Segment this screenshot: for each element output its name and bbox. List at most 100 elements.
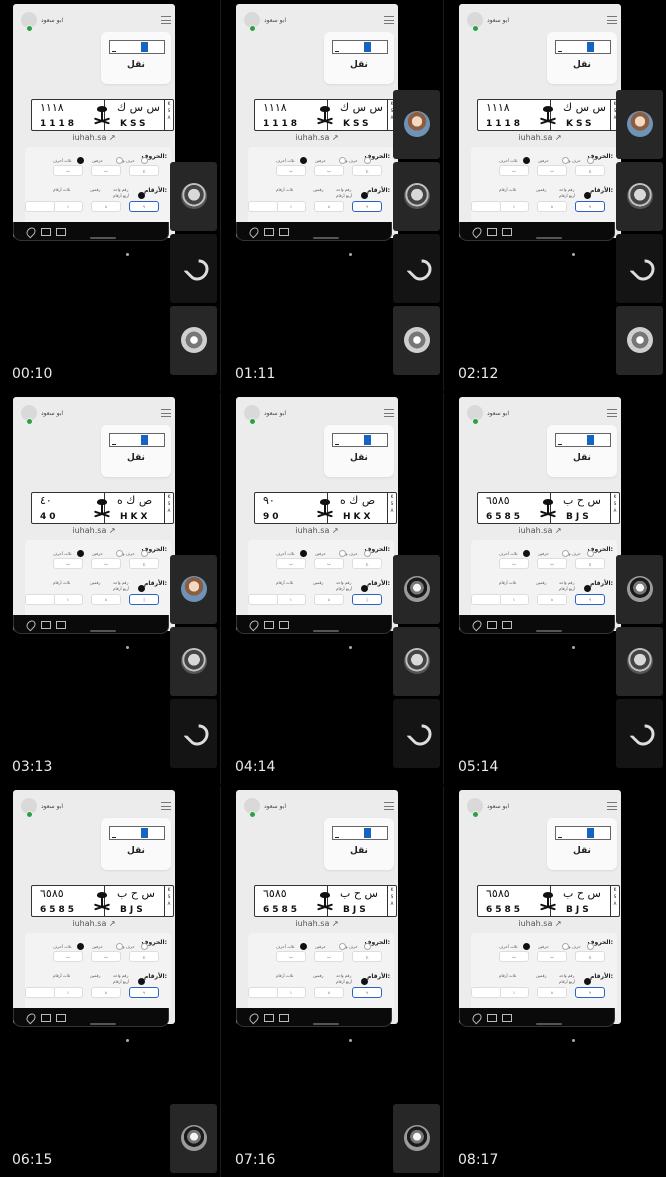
numbers-option-2[interactable]: رقمين <box>313 580 323 585</box>
username-label[interactable]: ابو سعود <box>264 17 286 24</box>
selection-chip-1[interactable]: ج <box>575 558 605 569</box>
letters-radio-3[interactable] <box>300 157 307 164</box>
numbers-option-1[interactable]: رقم واحد <box>113 187 128 192</box>
letters-option-3[interactable]: ثلاث أحرف <box>276 158 294 163</box>
sidebar-thumbnail-3[interactable] <box>616 699 663 768</box>
card-icon[interactable] <box>41 1014 51 1022</box>
sidebar-thumbnail-3[interactable] <box>616 234 663 303</box>
numbers-radio-4[interactable] <box>361 192 368 199</box>
selection-chip-1[interactable]: ج <box>352 558 382 569</box>
selection-chip-7[interactable] <box>25 201 55 212</box>
selection-chip-3[interactable]: ب <box>276 558 306 569</box>
sidebar-thumbnail-3[interactable] <box>393 699 440 768</box>
website-link-text[interactable]: iuhah.sa <box>518 919 552 928</box>
website-link-text[interactable]: iuhah.sa <box>295 133 329 142</box>
transfer-card[interactable]: نقل <box>324 32 394 84</box>
numbers-option-4[interactable]: أربع أرقام <box>559 979 575 984</box>
sidebar-thumbnail-4[interactable] <box>616 306 663 375</box>
selection-chip-5[interactable]: ٨ <box>314 201 344 212</box>
transfer-card[interactable]: نقل <box>324 818 394 870</box>
menu-icon[interactable] <box>161 409 171 417</box>
selection-chip-7[interactable] <box>25 987 55 998</box>
selection-chip-3[interactable]: ب <box>499 558 529 569</box>
selection-chip-2[interactable]: ب <box>91 165 121 176</box>
location-icon[interactable] <box>470 1011 484 1025</box>
sidebar-thumbnail-2[interactable] <box>393 162 440 231</box>
transfer-card[interactable]: نقل <box>101 818 171 870</box>
letters-radio-2[interactable] <box>339 550 346 557</box>
numbers-option-2[interactable]: رقمين <box>313 187 323 192</box>
website-link-text[interactable]: iuhah.sa <box>295 919 329 928</box>
location-icon[interactable] <box>247 618 261 632</box>
letters-option-2[interactable]: حرفين <box>315 158 326 163</box>
transfer-card[interactable]: نقل <box>101 425 171 477</box>
card-icon[interactable] <box>487 621 497 629</box>
sidebar-thumbnail-1[interactable] <box>393 555 440 624</box>
selection-chip-1[interactable]: ج <box>575 951 605 962</box>
menu-icon[interactable] <box>384 409 394 417</box>
location-icon[interactable] <box>24 1011 38 1025</box>
numbers-radio-4[interactable] <box>584 585 591 592</box>
location-icon[interactable] <box>470 618 484 632</box>
card-icon[interactable] <box>264 621 274 629</box>
letters-option-2[interactable]: حرفين <box>538 551 549 556</box>
profile-avatar[interactable] <box>244 405 260 425</box>
profile-avatar[interactable] <box>467 12 483 32</box>
transfer-card[interactable]: نقل <box>547 818 617 870</box>
sidebar-thumbnail-2[interactable] <box>616 162 663 231</box>
location-icon[interactable] <box>24 618 38 632</box>
location-icon[interactable] <box>247 225 261 239</box>
numbers-option-1[interactable]: رقم واحد <box>113 580 128 585</box>
menu-icon[interactable] <box>607 16 617 24</box>
sidebar-thumbnail-1[interactable] <box>170 162 217 231</box>
numbers-radio-4[interactable] <box>361 978 368 985</box>
numbers-option-1[interactable]: رقم واحد <box>336 580 351 585</box>
numbers-option-1[interactable]: رقم واحد <box>559 973 574 978</box>
selection-chip-1[interactable]: ج <box>575 165 605 176</box>
sidebar-thumbnail-1[interactable] <box>616 90 663 159</box>
profile-avatar[interactable] <box>467 798 483 818</box>
numbers-option-2[interactable]: رقمين <box>536 187 546 192</box>
letters-radio-2[interactable] <box>562 157 569 164</box>
transfer-card[interactable]: نقل <box>547 425 617 477</box>
selection-chip-1[interactable]: ج <box>129 951 159 962</box>
letters-radio-2[interactable] <box>339 943 346 950</box>
letters-option-2[interactable]: حرفين <box>92 158 103 163</box>
selection-chip-2[interactable]: ب <box>314 558 344 569</box>
numbers-radio-4[interactable] <box>584 978 591 985</box>
selection-chip-2[interactable]: ب <box>91 558 121 569</box>
card-icon[interactable] <box>487 1014 497 1022</box>
selection-chip-3[interactable]: ب <box>499 165 529 176</box>
letters-option-3[interactable]: ثلاث أحرف <box>499 158 517 163</box>
link-icon[interactable] <box>502 1014 512 1022</box>
username-label[interactable]: ابو سعود <box>41 410 63 417</box>
profile-avatar[interactable] <box>467 405 483 425</box>
website-link-text[interactable]: iuhah.sa <box>72 526 106 535</box>
numbers-radio-4[interactable] <box>138 585 145 592</box>
letters-option-2[interactable]: حرفين <box>538 158 549 163</box>
selection-chip-4[interactable]: ٩ <box>575 987 605 998</box>
location-icon[interactable] <box>24 225 38 239</box>
selection-chip-7[interactable] <box>248 594 278 605</box>
selection-chip-2[interactable]: ب <box>537 951 567 962</box>
website-link-text[interactable]: iuhah.sa <box>72 919 106 928</box>
selection-chip-7[interactable] <box>471 201 501 212</box>
numbers-option-1[interactable]: رقم واحد <box>336 187 351 192</box>
numbers-option-3[interactable]: ثلاث أرقام <box>53 973 70 978</box>
username-label[interactable]: ابو سعود <box>41 17 63 24</box>
sidebar-thumbnail-3[interactable] <box>170 306 217 375</box>
website-link[interactable]: iuhah.sa ↗ <box>236 526 398 535</box>
website-link-text[interactable]: iuhah.sa <box>518 133 552 142</box>
selection-chip-5[interactable]: ٨ <box>314 987 344 998</box>
selection-chip-3[interactable]: ب <box>276 951 306 962</box>
selection-chip-4[interactable]: | <box>129 594 159 605</box>
selection-chip-4[interactable]: ٩ <box>129 201 159 212</box>
letters-radio-1[interactable] <box>141 550 148 557</box>
letters-option-2[interactable]: حرفين <box>315 551 326 556</box>
website-link-text[interactable]: iuhah.sa <box>295 526 329 535</box>
selection-chip-6[interactable]: ١ <box>53 201 83 212</box>
menu-icon[interactable] <box>607 409 617 417</box>
numbers-radio-4[interactable] <box>584 192 591 199</box>
transfer-card[interactable]: نقل <box>324 425 394 477</box>
numbers-option-3[interactable]: ثلاث أرقام <box>499 973 516 978</box>
